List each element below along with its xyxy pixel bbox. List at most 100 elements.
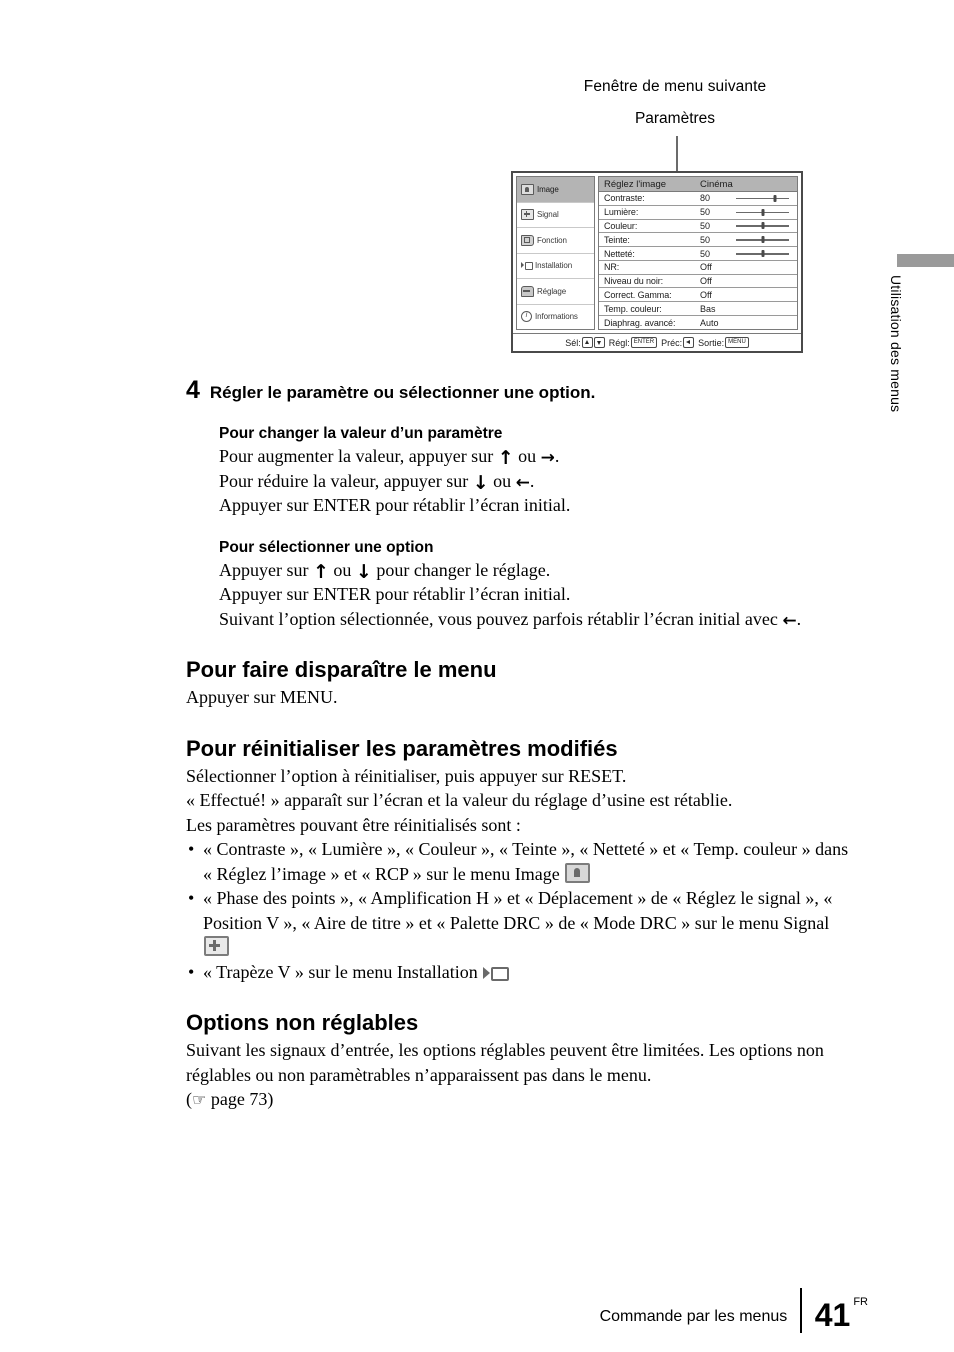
setup-icon	[521, 285, 534, 297]
step-4: 4 Régler le paramètre ou sélectionner un…	[186, 378, 858, 403]
osd-row-value: Off	[700, 289, 712, 300]
osd-slider-nettete[interactable]	[734, 249, 791, 259]
osd-panel-title: Réglez l'image	[604, 178, 667, 190]
osd-row-value: Off	[700, 262, 712, 273]
osd-row-value: 50	[700, 234, 711, 245]
osd-row-contraste[interactable]: Contraste: 80	[599, 192, 797, 206]
osd-slider-teinte[interactable]	[734, 235, 791, 245]
text-reset-line2: « Effectué! » apparaît sur l’écran et la…	[186, 790, 733, 810]
subheading-select-option: Pour sélectionner une option	[219, 538, 434, 556]
osd-sidebar-label: Informations	[535, 312, 578, 322]
enter-key-icon: ENTER	[630, 337, 658, 348]
bullet-text-2: « Phase des points », « Amplification H …	[203, 888, 833, 933]
osd-row-niveau-du-noir[interactable]: Niveau du noir: Off	[599, 275, 797, 289]
key-guide-adjust: Régl: ENTER	[609, 337, 658, 348]
osd-row-label: Teinte:	[604, 234, 630, 245]
osd-row-lumiere[interactable]: Lumière: 50	[599, 206, 797, 220]
osd-row-nr[interactable]: NR: Off	[599, 261, 797, 275]
text-enter-restore: Appuyer sur ENTER pour rétablir l’écran …	[219, 495, 571, 515]
osd-row-temp-couleur[interactable]: Temp. couleur: Bas	[599, 302, 797, 317]
slider-thumb[interactable]	[761, 250, 764, 258]
text-reset-line1: Sélectionner l’option à réinitialiser, p…	[186, 765, 627, 786]
figure-leader-line	[676, 136, 678, 174]
osd-row-value: 80	[700, 193, 711, 204]
osd-slider-couleur[interactable]	[734, 221, 791, 231]
installation-icon	[521, 261, 533, 271]
side-tab-chapter-label: Utilisation des menus	[888, 275, 904, 413]
osd-row-correct-gamma[interactable]: Correct. Gamma: Off	[599, 288, 797, 303]
reset-items-list: « Contraste », « Lumière », « Couleur »,…	[186, 837, 858, 984]
step-number: 4	[186, 376, 200, 404]
slider-thumb[interactable]	[761, 222, 764, 230]
bullet-text-1: « Contraste », « Lumière », « Couleur »,…	[203, 839, 849, 884]
list-item: « Contraste », « Lumière », « Couleur »,…	[186, 837, 858, 886]
page-number: 41	[814, 1297, 851, 1333]
osd-sidebar-label: Signal	[537, 210, 559, 220]
osd-row-diaphrag-avance[interactable]: Diaphrag. avancé: Auto	[599, 316, 797, 329]
section-body-non-adjustable: Suivant les signaux d’entrée, les option…	[186, 1038, 858, 1113]
image-menu-icon	[565, 862, 591, 883]
text-enter-restore-2: Appuyer sur ENTER pour rétablir l’écran …	[219, 584, 571, 604]
osd-row-label: Correct. Gamma:	[604, 289, 672, 300]
osd-sidebar-item-fonction[interactable]: Fonction	[517, 228, 594, 254]
osd-row-label: Couleur:	[604, 220, 638, 231]
osd-panel-title-row: Réglez l'image Cinéma	[599, 177, 797, 192]
osd-sidebar-item-signal[interactable]: Signal	[517, 203, 594, 228]
footer-divider	[800, 1288, 802, 1333]
osd-row-teinte[interactable]: Teinte: 50	[599, 233, 797, 248]
osd-row-label: NR:	[604, 262, 620, 273]
text-press-b: ou	[328, 559, 356, 580]
figure-caption-next-menu-window: Fenêtre de menu suivante	[583, 78, 767, 95]
text-press-a: Appuyer sur	[219, 559, 313, 580]
text-decrease-a: Pour réduire la valeur, appuyer sur	[219, 470, 473, 491]
bullet-text-3: « Trapèze V » sur le menu Installation	[203, 961, 483, 982]
osd-row-nettete[interactable]: Netteté: 50	[599, 247, 797, 261]
section-heading-reset-settings: Pour réinitialiser les paramètres modifi…	[186, 735, 618, 761]
osd-slider-lumiere[interactable]	[734, 207, 791, 217]
menu-key-icon: MENU	[725, 337, 749, 348]
subheading-change-value: Pour changer la valeur d’un paramètre	[219, 425, 503, 442]
signal-icon	[521, 209, 534, 221]
key-guide-exit: Sortie: MENU	[698, 337, 749, 348]
page-footer: Commande par les menus 41 FR	[0, 1288, 954, 1333]
osd-slider-contraste[interactable]	[734, 193, 791, 203]
slider-thumb[interactable]	[761, 208, 764, 216]
footer-section-title: Commande par les menus	[599, 1308, 788, 1325]
step-4-details: Pour changer la valeur d’un paramètre Po…	[219, 425, 858, 631]
image-icon	[521, 183, 534, 195]
osd-key-guide-bar: Sél: Régl: ENTER Préc: Sortie: MENU	[513, 333, 801, 351]
slider-thumb[interactable]	[773, 194, 777, 202]
osd-row-label: Niveau du noir:	[604, 276, 664, 287]
osd-row-couleur[interactable]: Couleur: 50	[599, 220, 797, 234]
text-non-adjustable: Suivant les signaux d’entrée, les option…	[186, 1040, 824, 1085]
list-item: « Phase des points », « Amplification H …	[186, 886, 858, 960]
osd-sidebar-label: Image	[537, 184, 559, 194]
text-increase-a: Pour augmenter la valeur, appuyer sur	[219, 446, 498, 466]
key-guide-select: Sél:	[565, 337, 605, 348]
osd-row-label: Temp. couleur:	[604, 303, 662, 314]
osd-row-value: 50	[700, 207, 711, 218]
key-guide-back-label: Préc:	[661, 337, 683, 348]
osd-row-value: Bas	[700, 303, 716, 314]
osd-sidebar-item-image[interactable]: Image	[517, 177, 594, 203]
osd-sidebar-item-reglage[interactable]: Réglage	[517, 279, 594, 305]
osd-row-value: 50	[700, 220, 711, 231]
osd-sidebar-label: Réglage	[537, 286, 567, 296]
text-decrease-c: .	[529, 470, 535, 491]
text-press-c: pour changer le réglage.	[371, 559, 551, 580]
osd-sidebar-item-installation[interactable]: Installation	[517, 254, 594, 279]
section-body-reset-settings: Sélectionner l’option à réinitialiser, p…	[186, 764, 858, 838]
osd-row-label: Contraste:	[604, 193, 645, 204]
section-heading-non-adjustable: Options non réglables	[186, 1010, 419, 1035]
step-title: Régler le paramètre ou sélectionner une …	[209, 383, 596, 402]
slider-thumb[interactable]	[761, 236, 764, 244]
osd-sidebar-item-informations[interactable]: Informations	[517, 305, 594, 330]
osd-sidebar-label: Fonction	[537, 235, 567, 245]
text-decrease-b: ou	[488, 470, 516, 491]
key-guide-exit-label: Sortie:	[698, 337, 725, 348]
osd-menu-figure: Image Signal Fonction Installation Régla…	[511, 171, 803, 353]
list-item: « Trapèze V » sur le menu Installation	[186, 960, 858, 985]
